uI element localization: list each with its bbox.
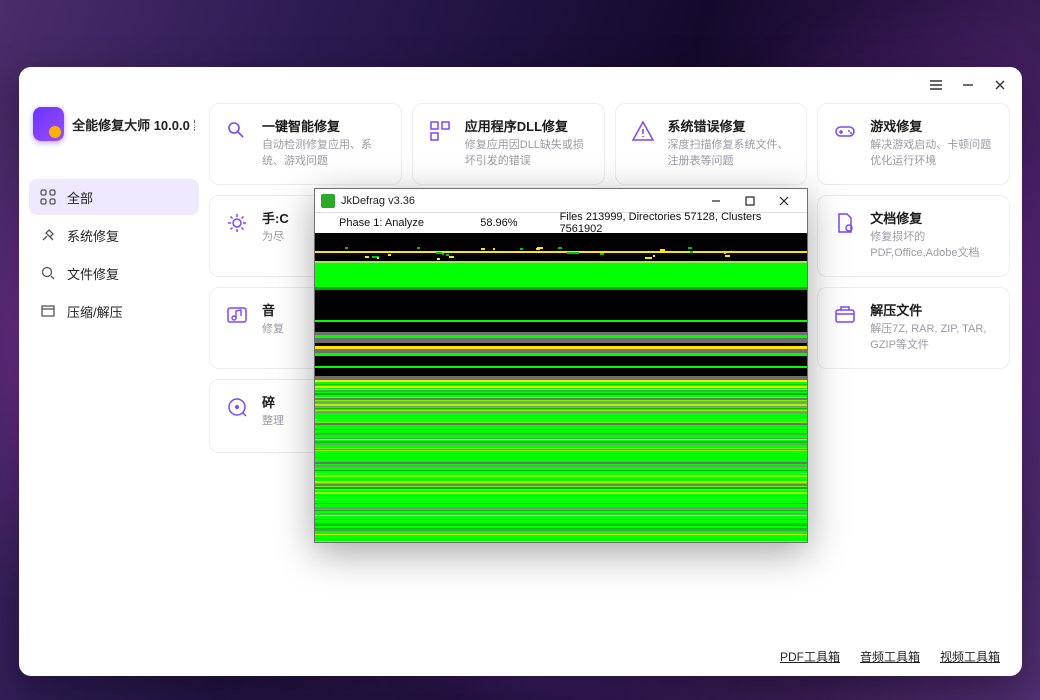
sidebar-item-system[interactable]: 系统修复	[29, 217, 199, 253]
jkdefrag-window: JkDefrag v3.36 Phase 1: Analyze 58.96% F…	[314, 188, 808, 543]
sidebar-item-label: 文件修复	[67, 264, 119, 283]
sidebar-item-compress[interactable]: 压缩/解压	[29, 293, 199, 329]
card-title: 应用程序DLL修复	[465, 116, 592, 135]
close-icon[interactable]	[767, 190, 801, 212]
card-title: 游戏修复	[870, 116, 997, 135]
card-title: 手:C	[262, 208, 289, 227]
jkdefrag-title: JkDefrag v3.36	[341, 195, 699, 207]
document-icon	[830, 208, 860, 238]
card-title: 文档修复	[870, 208, 997, 227]
warning-icon	[628, 116, 658, 146]
jkdefrag-titlebar[interactable]: JkDefrag v3.36	[315, 189, 807, 213]
card-desc: 整理	[262, 414, 284, 430]
stats-label: Files 213999, Directories 57128, Cluster…	[560, 211, 783, 235]
archive-icon	[39, 302, 57, 320]
app-title: 全能修复大师 10.0.0 家	[72, 115, 195, 134]
card-doc-repair[interactable]: 文档修复修复损坏的PDF,Office,Adobe文档	[817, 195, 1010, 277]
dll-icon	[425, 116, 455, 146]
card-dll-repair[interactable]: 应用程序DLL修复修复应用因DLL缺失或损坏引发的错误	[412, 103, 605, 185]
sidebar-item-file[interactable]: 文件修复	[29, 255, 199, 291]
card-desc: 修复	[262, 322, 284, 338]
extract-icon	[830, 300, 860, 330]
footer-link-pdf[interactable]: PDF工具箱	[780, 648, 840, 665]
titlebar	[19, 67, 1022, 103]
file-search-icon	[39, 264, 57, 282]
sidebar-item-label: 全部	[67, 188, 93, 207]
defrag-map	[315, 233, 807, 542]
sidebar-item-all[interactable]: 全部	[29, 179, 199, 215]
card-system-error[interactable]: 系统错误修复深度扫描修复系统文件、注册表等问题	[615, 103, 808, 185]
footer: PDF工具箱 音频工具箱 视频工具箱	[19, 636, 1022, 676]
card-desc: 为尽	[262, 230, 289, 246]
card-desc: 修复损坏的PDF,Office,Adobe文档	[870, 230, 997, 262]
music-icon	[222, 300, 252, 330]
tools-icon	[39, 226, 57, 244]
logo-icon	[33, 107, 64, 141]
sidebar-item-label: 压缩/解压	[67, 302, 123, 321]
card-title: 一键智能修复	[262, 116, 389, 135]
phase-label: Phase 1: Analyze	[339, 217, 438, 229]
card-desc: 解决游戏启动、卡顿问题优化运行环境	[870, 138, 997, 170]
card-title: 系统错误修复	[668, 116, 795, 135]
card-desc: 修复应用因DLL缺失或损坏引发的错误	[465, 138, 592, 170]
jkdefrag-app-icon	[321, 194, 335, 208]
card-title: 碎	[262, 392, 284, 411]
footer-link-audio[interactable]: 音频工具箱	[860, 648, 920, 665]
card-desc: 自动检测修复应用、系统、游戏问题	[262, 138, 389, 170]
card-title: 解压文件	[870, 300, 997, 319]
card-desc: 深度扫描修复系统文件、注册表等问题	[668, 138, 795, 170]
card-smart-repair[interactable]: 一键智能修复自动检测修复应用、系统、游戏问题	[209, 103, 402, 185]
minimize-icon[interactable]	[699, 190, 733, 212]
maximize-icon[interactable]	[733, 190, 767, 212]
gamepad-icon	[830, 116, 860, 146]
card-extract[interactable]: 解压文件解压7Z, RAR, ZIP, TAR, GZIP等文件	[817, 287, 1010, 369]
percent-label: 58.96%	[480, 217, 517, 229]
minimize-icon[interactable]	[960, 77, 976, 93]
disk-icon	[222, 392, 252, 422]
card-title: 音	[262, 300, 284, 319]
card-game-repair[interactable]: 游戏修复解决游戏启动、卡顿问题优化运行环境	[817, 103, 1010, 185]
menu-icon[interactable]	[928, 77, 944, 93]
jkdefrag-status: Phase 1: Analyze 58.96% Files 213999, Di…	[315, 213, 807, 233]
wrench-icon	[222, 116, 252, 146]
card-desc: 解压7Z, RAR, ZIP, TAR, GZIP等文件	[870, 322, 997, 354]
close-icon[interactable]	[992, 77, 1008, 93]
sidebar: 全能修复大师 10.0.0 家 全部 系统修复	[19, 103, 209, 636]
app-logo: 全能修复大师 10.0.0 家	[29, 103, 199, 159]
footer-link-video[interactable]: 视频工具箱	[940, 648, 1000, 665]
sidebar-item-label: 系统修复	[67, 226, 119, 245]
gear-icon	[222, 208, 252, 238]
grid-icon	[39, 188, 57, 206]
